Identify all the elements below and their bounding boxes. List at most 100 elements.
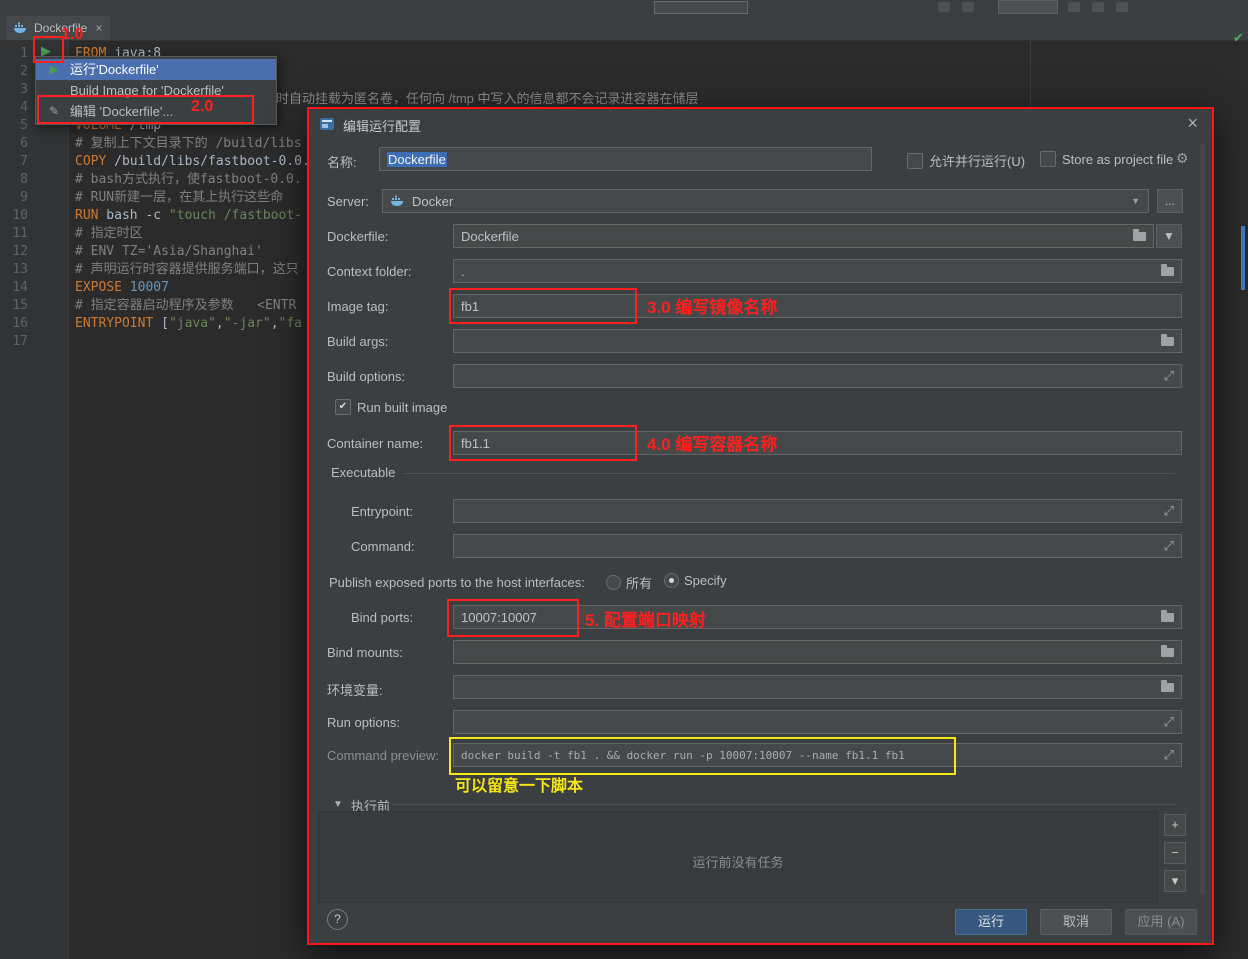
server-browse-button[interactable]: ...	[1157, 189, 1183, 213]
folder-icon[interactable]	[1161, 683, 1174, 692]
build-args-input[interactable]	[453, 329, 1182, 353]
code-text: # 复制上下文目录下的 /build/libs	[28, 135, 302, 153]
line-number: 14	[0, 279, 28, 297]
gear-icon[interactable]: ⚙	[1176, 150, 1189, 167]
server-combo[interactable]: Docker ▼	[382, 189, 1149, 213]
expand-icon[interactable]: ⤢	[1164, 538, 1174, 554]
menu-item[interactable]: ▶ 运行'Dockerfile'	[36, 59, 276, 80]
line-number: 17	[0, 333, 28, 351]
command-label: Command:	[351, 539, 415, 554]
annotation-label-step5: 5. 配置端口映射	[585, 606, 706, 631]
bind-mounts-label: Bind mounts:	[327, 645, 403, 660]
expand-icon[interactable]: ⤢	[1164, 503, 1174, 519]
line-number: 11	[0, 225, 28, 243]
store-project-checkbox[interactable]: Store as project file	[1040, 151, 1173, 167]
before-launch-task-list[interactable]: 运行前没有任务	[318, 811, 1158, 903]
section-divider	[393, 804, 1175, 805]
remove-task-button[interactable]: −	[1164, 842, 1186, 864]
dockerfile-value: Dockerfile	[461, 229, 519, 244]
expand-icon[interactable]: ⤢	[1164, 714, 1174, 730]
dialog-title: 编辑运行配置	[343, 116, 421, 135]
code-text: # 指定时区	[28, 225, 143, 243]
expand-icon[interactable]: ⤢	[1164, 747, 1174, 763]
dockerfile-input[interactable]: Dockerfile	[453, 224, 1154, 248]
entrypoint-input[interactable]: ⤢	[453, 499, 1182, 523]
store-project-label: Store as project file	[1062, 152, 1173, 167]
run-options-input[interactable]: ⤢	[453, 710, 1182, 734]
folder-icon[interactable]	[1161, 337, 1174, 346]
close-icon[interactable]: ×	[95, 21, 102, 35]
bind-ports-input[interactable]: 10007:10007	[453, 605, 1182, 629]
folder-icon[interactable]	[1133, 232, 1146, 241]
cancel-button[interactable]: 取消	[1040, 909, 1112, 935]
radio-publish-all[interactable]: 所有	[606, 573, 652, 592]
expand-icon[interactable]: ⤢	[1164, 368, 1174, 384]
dockerfile-label: Dockerfile:	[327, 229, 388, 244]
line-number: 1	[0, 45, 28, 63]
radio-icon	[606, 575, 621, 590]
doc-hint-text: 运行时自动挂载为匿名卷，任何向 /tmp 中写入的信息都不会记录进容器在储层	[250, 88, 699, 107]
chevron-down-icon: ▼	[1131, 196, 1140, 206]
line-number: 3	[0, 81, 28, 99]
env-vars-input[interactable]	[453, 675, 1182, 699]
annotation-label-step1: 1.0	[61, 26, 83, 44]
toolbar-icon[interactable]	[1092, 2, 1104, 12]
screen: Dockerfile × 1FROM java:82345VOLUME /tmp…	[0, 0, 1248, 959]
move-down-button[interactable]: ▾	[1164, 870, 1186, 892]
run-built-image-label: Run built image	[357, 400, 447, 415]
folder-icon[interactable]	[1161, 613, 1174, 622]
section-divider	[404, 473, 1175, 474]
apply-button[interactable]: 应用 (A)	[1125, 909, 1197, 935]
toolbar-icon[interactable]	[962, 2, 974, 12]
close-icon[interactable]: ×	[1187, 113, 1198, 134]
toolbar-button[interactable]	[998, 0, 1058, 14]
code-text: ENTRYPOINT ["java","-jar","fa	[28, 315, 302, 333]
chevron-down-icon[interactable]: ▼	[333, 799, 343, 810]
dialog-scrollbar[interactable]	[1200, 143, 1205, 895]
build-options-input[interactable]: ⤢	[453, 364, 1182, 388]
context-menu: ▶ 运行'Dockerfile' Build Image for 'Dockerfi…	[35, 56, 277, 125]
menu-item[interactable]: Build Image for 'Dockerfile'	[36, 80, 276, 101]
toolbar-icon[interactable]	[1116, 2, 1128, 12]
container-name-label: Container name:	[327, 436, 423, 451]
code-text	[28, 333, 75, 351]
command-preview-value: docker build -t fb1 . && docker run -p 1…	[461, 749, 905, 762]
container-name-input[interactable]: fb1.1	[453, 431, 1182, 455]
add-task-button[interactable]: +	[1164, 814, 1186, 836]
help-button[interactable]: ?	[327, 909, 348, 930]
run-config-combo[interactable]	[654, 1, 748, 14]
toolbar-icon[interactable]	[938, 2, 950, 12]
dockerfile-dropdown-button[interactable]: ▼	[1156, 224, 1182, 248]
context-folder-input[interactable]: .	[453, 259, 1182, 283]
menu-item-label: 运行'Dockerfile'	[70, 62, 159, 77]
code-text: # bash方式执行，使fastboot-0.0.	[28, 171, 302, 189]
allow-parallel-checkbox[interactable]: 允许并行运行(U)	[907, 151, 1025, 170]
annotation-note: 可以留意一下脚本	[455, 772, 583, 796]
command-input[interactable]: ⤢	[453, 534, 1182, 558]
image-tag-label: Image tag:	[327, 299, 388, 314]
toolbar-icon[interactable]	[1068, 2, 1080, 12]
executable-section-label: Executable	[331, 465, 395, 480]
docker-icon	[14, 22, 28, 34]
line-number: 13	[0, 261, 28, 279]
folder-icon[interactable]	[1161, 648, 1174, 657]
context-folder-label: Context folder:	[327, 264, 412, 279]
server-label: Server:	[327, 194, 369, 209]
bind-mounts-input[interactable]	[453, 640, 1182, 664]
line-number: 15	[0, 297, 28, 315]
bind-ports-value: 10007:10007	[461, 610, 537, 625]
name-input[interactable]: Dockerfile	[379, 147, 872, 171]
no-tasks-text: 运行前没有任务	[319, 852, 1157, 871]
tab-dockerfile[interactable]: Dockerfile ×	[6, 16, 110, 40]
menu-item-label: 编辑 'Dockerfile'...	[70, 104, 173, 119]
folder-icon[interactable]	[1161, 267, 1174, 276]
run-button[interactable]: 运行	[955, 909, 1027, 935]
run-icon: ▶	[45, 59, 63, 80]
run-built-image-checkbox[interactable]: Run built image	[335, 399, 447, 415]
menu-item[interactable]: ✎编辑 'Dockerfile'...	[36, 101, 276, 122]
bind-ports-label: Bind ports:	[351, 610, 413, 625]
image-tag-input[interactable]: fb1	[453, 294, 1182, 318]
radio-publish-specify[interactable]: Specify	[664, 573, 727, 588]
dialog-icon	[319, 116, 335, 132]
docker-icon	[391, 195, 405, 207]
